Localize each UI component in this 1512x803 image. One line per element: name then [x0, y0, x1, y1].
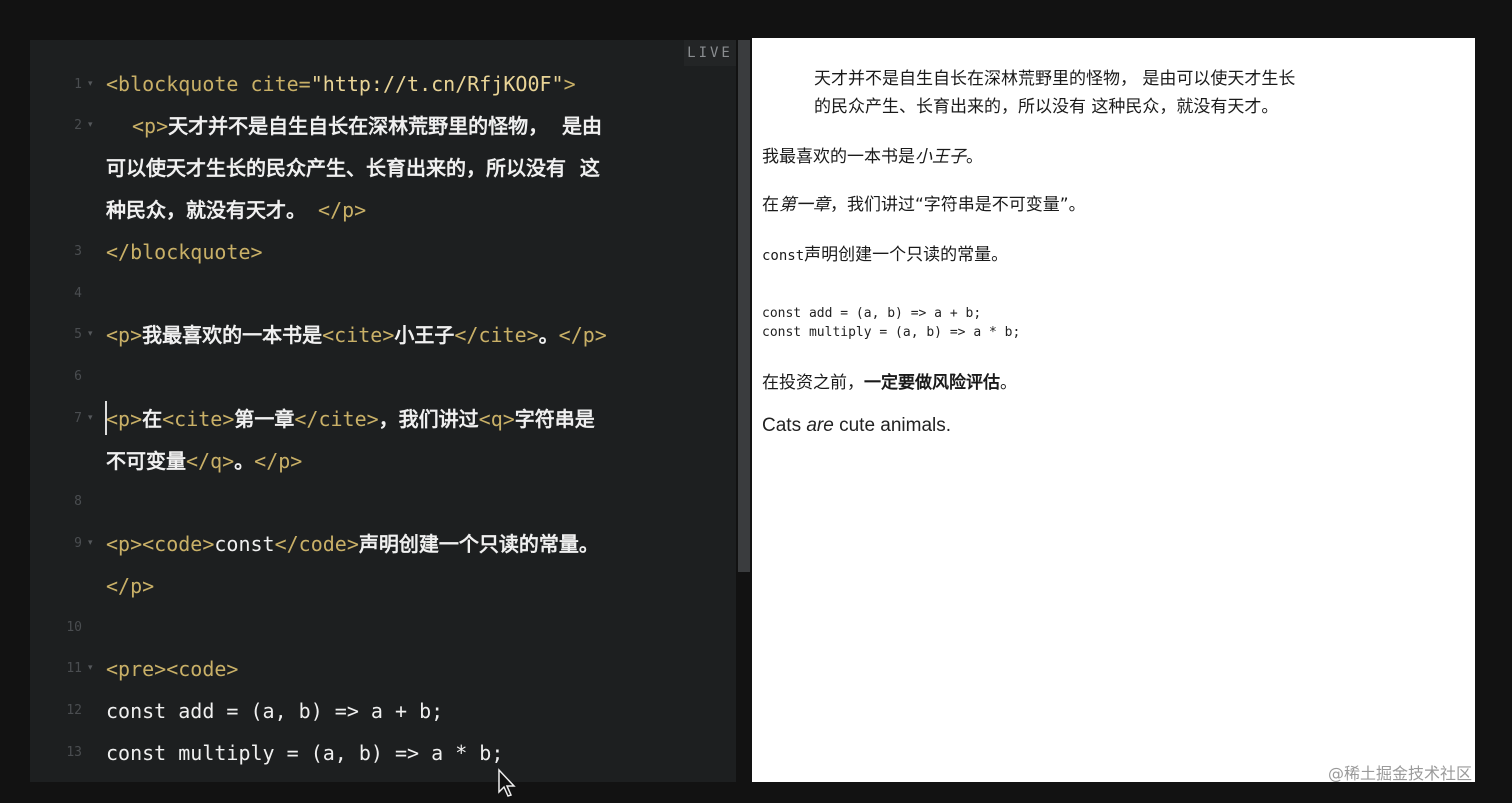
- preview-cite: 小王子: [915, 147, 966, 167]
- mouse-pointer-icon: [498, 768, 516, 797]
- preview-inline-code: const: [762, 248, 805, 264]
- line-number: 2: [74, 118, 82, 133]
- fold-arrow-icon[interactable]: ▾: [88, 329, 98, 339]
- preview-paragraph: const声明创建一个只读的常量。: [762, 245, 1009, 265]
- line-number: 9: [74, 536, 82, 551]
- preview-paragraph: 在投资之前，一定要做风险评估。: [762, 373, 1017, 393]
- line-number: 6: [74, 369, 82, 384]
- code-line[interactable]: <p>我最喜欢的一本书是<cite>小王子</cite>。</p>: [106, 321, 607, 349]
- line-number: 7: [74, 411, 82, 426]
- preview-paragraph: 在第一章，我们讲过“字符串是不可变量”。: [762, 195, 1086, 215]
- fold-arrow-icon[interactable]: ▾: [88, 413, 98, 423]
- code-line[interactable]: <blockquote cite="http://t.cn/RfjKO0F">: [106, 70, 576, 98]
- line-number: 12: [66, 703, 82, 718]
- code-line[interactable]: 不可变量</q>。</p>: [106, 447, 302, 475]
- live-badge: LIVE: [684, 40, 736, 66]
- line-number: 4: [74, 286, 82, 301]
- preview-cite: 第一章: [779, 195, 830, 215]
- code-line[interactable]: 种民众，就没有天才。 </p>: [106, 196, 366, 224]
- fold-arrow-icon[interactable]: ▾: [88, 663, 98, 673]
- line-number: 8: [74, 494, 82, 509]
- preview-emphasis: are: [806, 415, 834, 436]
- preview-inline-quote: “字符串是不可变量”: [915, 195, 1069, 215]
- code-line[interactable]: <p>天才并不是自生自长在深林荒野里的怪物， 是由: [132, 112, 602, 140]
- code-line[interactable]: </p>: [106, 572, 154, 600]
- code-line[interactable]: <p><code>const</code>声明创建一个只读的常量。: [106, 530, 599, 558]
- fold-arrow-icon[interactable]: ▾: [88, 538, 98, 548]
- live-preview-panel[interactable]: 天才并不是自生自长在深林荒野里的怪物， 是由可以使天才生长 的民众产生、长育出来…: [752, 38, 1475, 782]
- preview-paragraph: Cats are cute animals.: [762, 415, 952, 436]
- fold-arrow-icon[interactable]: ▾: [88, 120, 98, 130]
- line-number: 3: [74, 244, 82, 259]
- line-number: 10: [66, 620, 82, 635]
- code-line[interactable]: const multiply = (a, b) => a * b;: [106, 739, 503, 767]
- preview-pre-line: const multiply = (a, b) => a * b;: [762, 325, 1021, 340]
- editor-scrollbar[interactable]: [738, 40, 750, 572]
- line-number: 1: [74, 77, 82, 92]
- line-number: 13: [66, 745, 82, 760]
- code-line[interactable]: </blockquote>: [106, 238, 263, 266]
- preview-pre-line: const add = (a, b) => a + b;: [762, 306, 982, 321]
- code-line[interactable]: <pre><code>: [106, 655, 238, 683]
- fold-arrow-icon[interactable]: ▾: [88, 79, 98, 89]
- preview-paragraph: 我最喜欢的一本书是小王子。: [762, 147, 983, 167]
- preview-blockquote-line: 天才并不是自生自长在深林荒野里的怪物， 是由可以使天才生长: [814, 69, 1296, 89]
- text-cursor: [105, 401, 107, 435]
- code-line[interactable]: const add = (a, b) => a + b;: [106, 697, 443, 725]
- watermark: @稀土掘金技术社区: [1328, 764, 1473, 783]
- code-line[interactable]: <p>在<cite>第一章</cite>，我们讲过<q>字符串是: [106, 405, 595, 433]
- preview-strong: 一定要做风险评估: [864, 373, 1000, 393]
- code-line[interactable]: 可以使天才生长的民众产生、长育出来的，所以没有 这: [106, 154, 600, 182]
- line-number: 5: [74, 327, 82, 342]
- preview-blockquote-line: 的民众产生、长育出来的，所以没有 这种民众，就没有天才。: [814, 97, 1279, 117]
- line-number: 11: [66, 661, 82, 676]
